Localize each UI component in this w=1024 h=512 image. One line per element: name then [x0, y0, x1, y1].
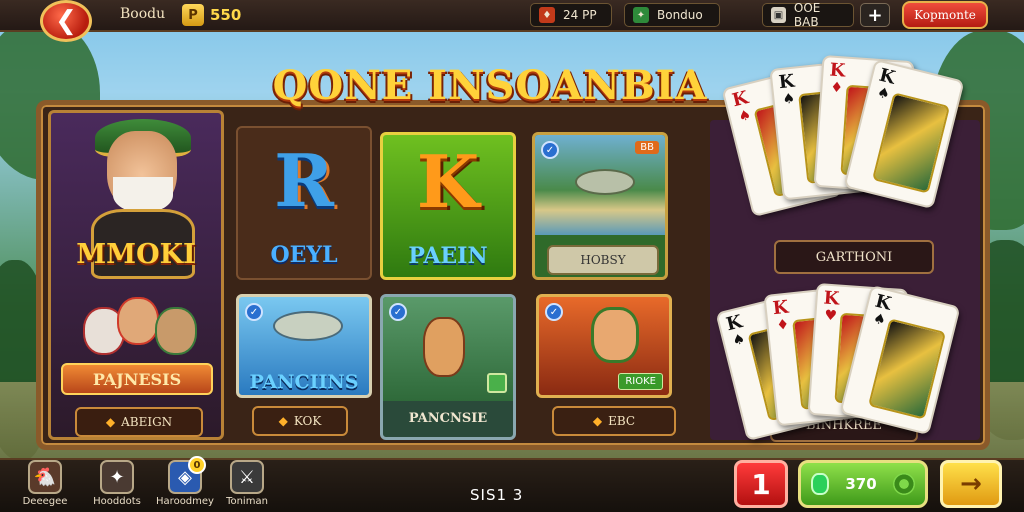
- creature-icon: ✦: [100, 460, 134, 494]
- energy-icon: ♦: [539, 7, 555, 23]
- gems-value: OOE BAB: [793, 1, 821, 29]
- fish-icon: [273, 311, 343, 341]
- shield-icon: ◈ 0: [168, 456, 206, 494]
- tile-tag: RIOKE: [618, 373, 663, 390]
- nav-label: Toniman: [226, 496, 268, 507]
- tile-label: PANCIINS: [249, 371, 359, 393]
- crew-face-3: [155, 307, 197, 355]
- back-arrow-icon: ❮: [55, 6, 77, 36]
- ebc-button-label: EBC: [608, 414, 636, 428]
- card-suit-icon: ♥: [823, 307, 838, 325]
- hobby-button[interactable]: HOBSY: [547, 245, 659, 275]
- next-button[interactable]: →: [940, 460, 1002, 508]
- gem-icon: ◆: [592, 414, 603, 428]
- nav-item-4[interactable]: ⚔ Toniman: [212, 458, 282, 512]
- card-suit-icon: ♠: [730, 330, 747, 350]
- hero-action-button[interactable]: ◆ ABEIGN: [75, 407, 203, 437]
- nav-label: Hooddots: [93, 496, 141, 507]
- gems-button[interactable]: 370: [798, 460, 928, 508]
- gems-value: 370: [845, 475, 877, 493]
- status-text: SIS1 3: [470, 486, 524, 504]
- nav-item-1[interactable]: 🐔 Deeegee: [10, 458, 80, 512]
- energy-value: 24 PP: [563, 8, 597, 22]
- hero-ribbon: PAJNESIS: [61, 363, 213, 395]
- card-rank: K: [771, 296, 790, 320]
- bonus-value: Bonduo: [657, 8, 703, 22]
- nav-item-3[interactable]: ◈ 0 Haroodmey: [150, 456, 220, 512]
- card-suit-icon: ♠: [871, 310, 888, 330]
- hero-name: MMOKI: [76, 239, 196, 270]
- card-rank: K: [822, 287, 841, 310]
- hero-panel[interactable]: MMOKI PAJNESIS ◆ ABEIGN: [48, 110, 224, 440]
- gem-icon: ◆: [278, 414, 288, 428]
- angler-character: [423, 317, 465, 377]
- king-face-art: [872, 92, 951, 194]
- hero-beard: [113, 177, 173, 213]
- gift-icon: ▣: [771, 7, 786, 23]
- coin-value: 550: [210, 6, 242, 24]
- card-rank: K: [777, 70, 796, 94]
- fish-icon: [575, 169, 635, 195]
- nav-label: Haroodmey: [156, 496, 214, 507]
- back-button[interactable]: ❮: [40, 0, 92, 42]
- bonus-pill[interactable]: ✦ Bonduo: [624, 3, 720, 27]
- add-currency-button[interactable]: +: [860, 3, 890, 27]
- tile-fish-lake[interactable]: ✓ BB HOBSY: [532, 132, 668, 280]
- info-icon[interactable]: ✓: [541, 141, 559, 159]
- nav-item-2[interactable]: ✦ Hooddots: [82, 458, 152, 512]
- tile-label: PANCNSIE: [408, 411, 488, 426]
- coin-counter: P 550: [182, 3, 241, 27]
- letter-k: K: [416, 139, 480, 224]
- kok-button[interactable]: ◆ KOK: [252, 406, 348, 436]
- card-suit-icon: ♠: [736, 106, 753, 126]
- card-rank: K: [828, 59, 847, 82]
- card-suit-icon: ♦: [829, 79, 844, 97]
- notification-badge: 0: [188, 456, 206, 474]
- tile-label: PAEIN: [408, 243, 488, 269]
- chef-character: [591, 307, 639, 363]
- bonus-icon: ✦: [633, 7, 649, 23]
- card-suit-icon: ♦: [775, 316, 790, 334]
- letter-r: R: [274, 138, 334, 223]
- gathoni-label[interactable]: GARTHONI: [774, 240, 934, 274]
- tile-angler[interactable]: ✓ PANCNSIE: [380, 294, 516, 440]
- sword-icon: ⚔: [230, 460, 264, 494]
- nav-label: Deeegee: [22, 496, 68, 507]
- tile-fishing[interactable]: ✓ PANCIINS: [236, 294, 372, 398]
- gem-icon: ◆: [105, 415, 116, 429]
- game-title: QONE INSOANBIA: [272, 62, 708, 109]
- player-name: Boodu: [120, 6, 166, 22]
- tile-chef[interactable]: ✓ RIOKE: [536, 294, 672, 398]
- info-icon[interactable]: ✓: [389, 303, 407, 321]
- gems-pill[interactable]: ▣ OOE BAB: [762, 1, 854, 29]
- energy-pill[interactable]: ♦ 24 PP: [530, 3, 612, 27]
- lives-button[interactable]: 1: [734, 460, 788, 508]
- checkbox-icon[interactable]: [487, 373, 507, 393]
- compete-button[interactable]: Kopmonte: [902, 1, 988, 29]
- card-suit-icon: ♠: [875, 84, 892, 104]
- card-suit-icon: ♠: [781, 90, 796, 108]
- green-gem-icon: [811, 473, 829, 495]
- hobby-button-label: HOBSY: [580, 253, 626, 267]
- kok-button-label: KOK: [293, 414, 322, 428]
- info-icon[interactable]: ✓: [245, 303, 263, 321]
- tile-letter-k[interactable]: K PAEIN: [380, 132, 516, 280]
- tile-label: OEYL: [270, 242, 338, 268]
- hero-button-label: ABEIGN: [121, 415, 173, 429]
- crew-face-2: [117, 297, 159, 345]
- tile-tag: BB: [635, 141, 659, 154]
- tile-letter-r[interactable]: R OEYL: [236, 126, 372, 280]
- info-icon[interactable]: ✓: [545, 303, 563, 321]
- chicken-icon: 🐔: [28, 460, 62, 494]
- king-face-art: [868, 318, 947, 420]
- ebc-button[interactable]: ◆ EBC: [552, 406, 676, 436]
- coin-icon: P: [182, 4, 204, 26]
- gear-icon: [893, 473, 915, 495]
